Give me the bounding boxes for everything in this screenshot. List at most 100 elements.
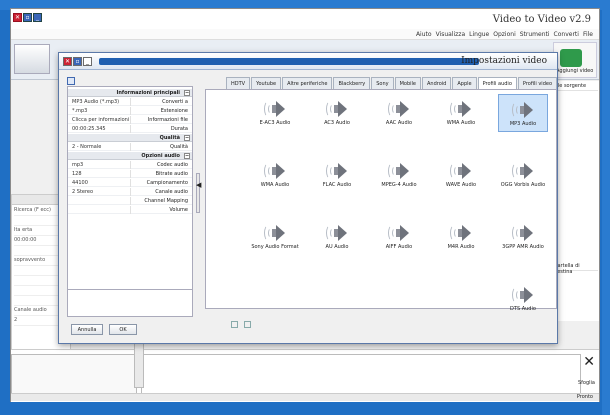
property-row[interactable]: 2 - Normale Qualità bbox=[68, 143, 192, 151]
tab-hdtv[interactable]: HDTV bbox=[226, 77, 251, 89]
close-icon[interactable]: ✕ bbox=[583, 354, 595, 370]
menu-item[interactable]: Aiuto bbox=[416, 31, 432, 38]
list-view-icon[interactable] bbox=[231, 321, 238, 328]
vertical-scrollbar[interactable] bbox=[134, 342, 144, 388]
property-value[interactable]: Clicca per informazioni bbox=[72, 117, 129, 123]
format-item[interactable]: FLAC Audio bbox=[312, 156, 362, 194]
browse-label[interactable]: Sfoglia bbox=[578, 380, 595, 386]
speaker-icon bbox=[386, 100, 412, 118]
speaker-icon bbox=[510, 162, 536, 180]
minimize-icon[interactable]: _ bbox=[83, 57, 92, 66]
menu-item[interactable]: Lingue bbox=[469, 31, 489, 38]
property-key: Campionamento bbox=[146, 180, 188, 186]
property-row[interactable]: 44100 Campionamento bbox=[68, 179, 192, 187]
property-value[interactable]: 2 - Normale bbox=[72, 144, 101, 150]
format-item[interactable]: AC3 Audio bbox=[312, 94, 362, 132]
menu-item[interactable]: Converti bbox=[554, 31, 579, 38]
property-section-header[interactable]: Qualità − bbox=[68, 134, 192, 142]
property-key: Estensione bbox=[160, 108, 188, 114]
format-item[interactable]: AIFF Audio bbox=[374, 218, 424, 256]
tab-profili-video[interactable]: Profili video bbox=[517, 77, 557, 89]
tab-profili-audio[interactable]: Profili audio bbox=[477, 77, 517, 89]
property-value[interactable]: 00:00:25.345 bbox=[72, 126, 106, 132]
tab-youtube[interactable]: Youtube bbox=[251, 77, 282, 89]
add-video-button[interactable]: Aggiungi video bbox=[553, 42, 597, 78]
tab-apple[interactable]: Apple bbox=[452, 77, 477, 89]
format-label: WMA Audio bbox=[446, 120, 476, 126]
format-item[interactable]: WMA Audio bbox=[436, 94, 486, 132]
format-label: OGG Vorbis Audio bbox=[500, 182, 546, 188]
info-icon[interactable] bbox=[67, 77, 75, 85]
panel-splitter[interactable] bbox=[196, 173, 200, 213]
format-label: AAC Audio bbox=[385, 120, 413, 126]
chevron-left-icon[interactable]: ◀ bbox=[196, 181, 201, 189]
format-item[interactable]: WAVE Audio bbox=[436, 156, 486, 194]
format-item[interactable]: MP3 Audio bbox=[498, 94, 548, 132]
close-icon[interactable]: ✕ bbox=[13, 13, 22, 22]
collapse-icon[interactable]: − bbox=[184, 153, 190, 159]
format-item[interactable]: MPEG-4 Audio bbox=[374, 156, 424, 194]
tab-mobile[interactable]: Mobile bbox=[394, 77, 421, 89]
format-grid: MP3 Audio WMA Audio AAC Audio AC3 Audio E-AC… bbox=[205, 89, 557, 312]
menu-items: Aiuto Visualizza Lingue Opzioni Strumenti Con… bbox=[416, 31, 593, 38]
property-row[interactable]: *.mp3 Estensione bbox=[68, 107, 192, 115]
property-row[interactable]: Channel Mapping bbox=[68, 197, 192, 205]
tab-blackberry[interactable]: Blackberry bbox=[333, 77, 371, 89]
format-item[interactable]: M4R Audio bbox=[436, 218, 486, 256]
column-divider bbox=[130, 116, 131, 124]
speaker-icon bbox=[510, 101, 536, 119]
grid-view-icon[interactable] bbox=[244, 321, 251, 328]
property-row[interactable]: 2 Stereo Canale audio bbox=[68, 188, 192, 196]
format-label: M4R Audio bbox=[447, 244, 475, 250]
property-value[interactable]: *.mp3 bbox=[72, 108, 87, 114]
menu-item[interactable]: File bbox=[583, 31, 593, 38]
film-icon[interactable] bbox=[14, 44, 50, 74]
format-item[interactable]: E-AC3 Audio bbox=[250, 94, 300, 132]
format-label: WAVE Audio bbox=[445, 182, 477, 188]
property-value[interactable]: 128 bbox=[72, 171, 82, 177]
tab-sony[interactable]: Sony bbox=[371, 77, 394, 89]
property-row[interactable]: 00:00:25.345 Durata bbox=[68, 125, 192, 133]
property-row[interactable]: 128 Bitrate audio bbox=[68, 170, 192, 178]
property-key: Volume bbox=[169, 207, 188, 213]
tab-altre-periferiche[interactable]: Altre periferiche bbox=[282, 77, 333, 89]
format-item[interactable]: 3GPP AMR Audio bbox=[498, 218, 548, 256]
property-row[interactable]: mp3 Codec audio bbox=[68, 161, 192, 169]
format-label: E-AC3 Audio bbox=[259, 120, 291, 126]
property-row[interactable]: Clicca per informazioni Informazioni file bbox=[68, 116, 192, 124]
property-value[interactable]: 44100 bbox=[72, 180, 88, 186]
speaker-icon bbox=[324, 162, 350, 180]
format-label: MP3 Audio bbox=[509, 121, 537, 127]
property-value[interactable]: 2 Stereo bbox=[72, 189, 93, 195]
speaker-icon bbox=[262, 100, 288, 118]
cancel-button[interactable]: Annulla bbox=[71, 324, 103, 335]
property-value[interactable]: MP3 Audio (*.mp3) bbox=[72, 99, 119, 105]
bottom-log-area[interactable] bbox=[141, 354, 581, 394]
format-item[interactable]: OGG Vorbis Audio bbox=[498, 156, 548, 194]
property-row[interactable]: MP3 Audio (*.mp3) Converti a bbox=[68, 98, 192, 106]
format-item[interactable]: DTS Audio bbox=[498, 280, 548, 318]
menu-item[interactable]: Opzioni bbox=[493, 31, 516, 38]
maximize-icon[interactable]: ▫ bbox=[73, 57, 82, 66]
tab-android[interactable]: Android bbox=[422, 77, 452, 89]
property-section-header[interactable]: Opzioni audio − bbox=[68, 152, 192, 160]
maximize-icon[interactable]: ▫ bbox=[23, 13, 32, 22]
property-section-header[interactable]: Informazioni principali − bbox=[68, 89, 192, 97]
property-value[interactable]: mp3 bbox=[72, 162, 83, 168]
minimize-icon[interactable]: _ bbox=[33, 13, 42, 22]
ok-button[interactable]: OK bbox=[109, 324, 137, 335]
collapse-icon[interactable]: − bbox=[184, 90, 190, 96]
menu-item[interactable]: Strumenti bbox=[520, 31, 550, 38]
property-key: Codec audio bbox=[157, 162, 188, 168]
property-row[interactable]: Volume bbox=[68, 206, 192, 214]
close-icon[interactable]: ✕ bbox=[63, 57, 72, 66]
format-item[interactable]: AAC Audio bbox=[374, 94, 424, 132]
app-titlebar: ✕ ▫ _ Video to Video v2.9 bbox=[11, 9, 599, 29]
format-item[interactable]: AU Audio bbox=[312, 218, 362, 256]
speaker-icon bbox=[510, 224, 536, 242]
collapse-icon[interactable]: − bbox=[184, 135, 190, 141]
column-divider bbox=[130, 170, 131, 178]
format-item[interactable]: WMA Audio bbox=[250, 156, 300, 194]
menu-item[interactable]: Visualizza bbox=[436, 31, 466, 38]
format-item[interactable]: Sony Audio Format bbox=[250, 218, 300, 256]
